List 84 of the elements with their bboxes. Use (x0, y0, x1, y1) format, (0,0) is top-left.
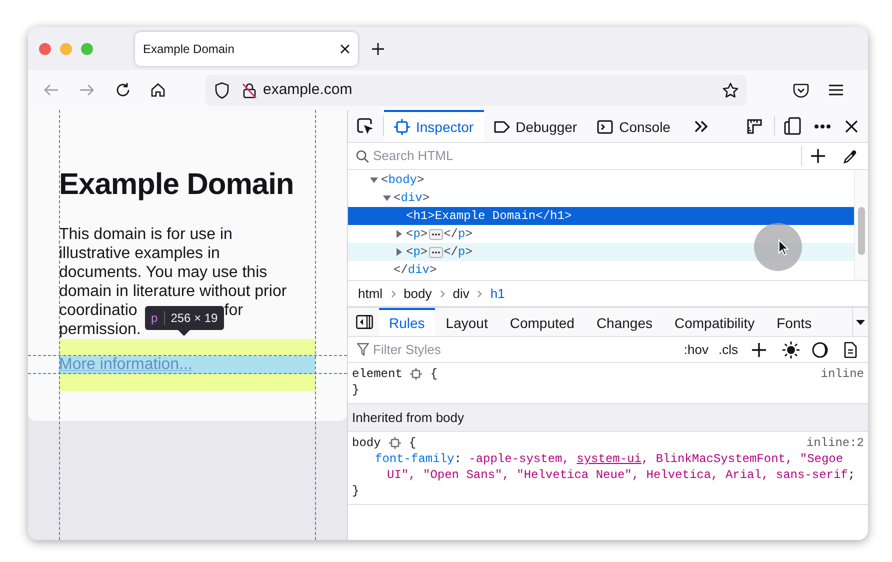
close-window-button[interactable] (39, 42, 51, 54)
paragraph-text: permission. (59, 320, 141, 339)
source-link[interactable]: inline (820, 366, 864, 382)
tag-name: p (151, 310, 158, 327)
filter-icon (357, 343, 369, 356)
dropdown-caret-icon[interactable] (856, 320, 865, 324)
document-icon[interactable] (844, 342, 857, 358)
sidebar-toggle-icon[interactable] (356, 315, 373, 329)
search-field[interactable]: Search HTML (373, 146, 801, 166)
more-options-icon[interactable] (814, 124, 831, 128)
menu-icon[interactable] (829, 84, 843, 96)
brace-text: } (352, 483, 360, 499)
chevron-icon (440, 290, 445, 298)
light-mode-icon[interactable] (782, 340, 800, 358)
pocket-icon[interactable] (793, 82, 809, 98)
address-bar[interactable]: example.com (205, 74, 747, 106)
ruler-icon[interactable] (746, 118, 763, 134)
search-icon (356, 150, 369, 162)
console-icon (597, 119, 614, 135)
tree-node[interactable]: <h1>Example Domain</h1> (348, 207, 854, 225)
node-highlight-icon[interactable] (388, 437, 401, 449)
add-rule-icon[interactable] (752, 342, 766, 356)
paragraph-text: coordinatio (59, 301, 138, 320)
new-tab-icon[interactable] (371, 42, 385, 56)
dimensions-text: 256 × 19 (170, 310, 218, 327)
devtools-tab[interactable]: Debugger (484, 110, 588, 142)
collapsed-arrow-icon[interactable] (395, 230, 403, 238)
eyedropper-icon[interactable] (843, 148, 858, 164)
tree-node[interactable]: <div> (348, 189, 854, 207)
collapsed-content-icon[interactable] (428, 246, 443, 258)
cursor-icon (754, 223, 802, 271)
tree-node[interactable]: </div> (348, 261, 854, 279)
add-node-icon[interactable] (811, 149, 825, 163)
sidebar-tab[interactable]: Layout (434, 308, 499, 336)
pseudo-class-toggle[interactable]: :hov (684, 340, 708, 360)
paragraph-text: for (224, 301, 243, 320)
sidebar-tab[interactable]: Computed (498, 308, 586, 336)
responsive-design-icon[interactable] (784, 117, 801, 135)
inspector-icon (394, 119, 410, 135)
page-heading: Example Domain (59, 167, 295, 203)
expanded-arrow-icon[interactable] (382, 194, 390, 202)
tree-node[interactable]: <body> (348, 171, 854, 189)
collapsed-content-icon[interactable] (428, 228, 443, 240)
dark-mode-icon[interactable] (812, 342, 828, 358)
source-link[interactable]: inline:2 (806, 435, 864, 451)
sidebar-tab[interactable]: Rules (379, 308, 435, 336)
brace-text: } (352, 382, 360, 398)
close-icon[interactable] (845, 120, 858, 132)
node-highlight-icon[interactable] (410, 368, 422, 380)
bookmark-star-icon[interactable] (722, 82, 739, 98)
close-tab-icon[interactable] (340, 44, 350, 54)
reload-icon[interactable] (115, 82, 131, 98)
breadcrumb[interactable]: html (358, 284, 383, 304)
selector-text: body (352, 435, 381, 451)
selector-text: element (352, 366, 402, 382)
debugger-icon (494, 119, 510, 135)
collapsed-arrow-icon[interactable] (395, 248, 403, 256)
expanded-arrow-icon[interactable] (370, 176, 378, 184)
sidebar-tab[interactable]: Changes (585, 308, 664, 336)
chevron-icon (477, 290, 482, 298)
devtools-tab[interactable]: Inspector (384, 110, 484, 142)
chevron-icon (390, 290, 396, 298)
url-text[interactable]: example.com (263, 78, 352, 102)
browser-tab[interactable]: Example Domain (135, 32, 358, 66)
tree-node[interactable]: <p> </p> (348, 225, 854, 243)
devtools-tab[interactable]: Console (587, 110, 680, 142)
section-header: Inherited from body (352, 408, 464, 427)
shield-icon[interactable] (214, 82, 230, 98)
breadcrumb[interactable]: h1 (490, 284, 505, 304)
filter-styles-field[interactable]: Filter Styles (373, 340, 684, 360)
sidebar-tab[interactable]: Fonts (766, 308, 823, 336)
declaration: font-family: -apple-system, system-ui, BlinkMacSystemFont, "Segoe UI", "Open Sans", "Helvetica Neue", Helvetica, Arial, sans-serif; (374, 451, 856, 483)
tree-node[interactable]: <p> </p> (348, 243, 854, 261)
brace-text: { (408, 435, 416, 451)
element-picker-icon[interactable] (357, 118, 374, 134)
scrollbar[interactable] (854, 170, 868, 280)
sidebar-tab[interactable]: Compatibility (663, 308, 766, 336)
home-icon[interactable] (150, 82, 166, 98)
breadcrumb[interactable]: body (404, 284, 432, 304)
pseudo-class-toggle[interactable]: .cls (718, 340, 738, 360)
insecure-lock-icon[interactable] (242, 82, 257, 98)
breadcrumb[interactable]: div (452, 284, 470, 304)
more-tools-chevron-icon[interactable] (694, 120, 708, 132)
brace-text: { (430, 366, 438, 382)
